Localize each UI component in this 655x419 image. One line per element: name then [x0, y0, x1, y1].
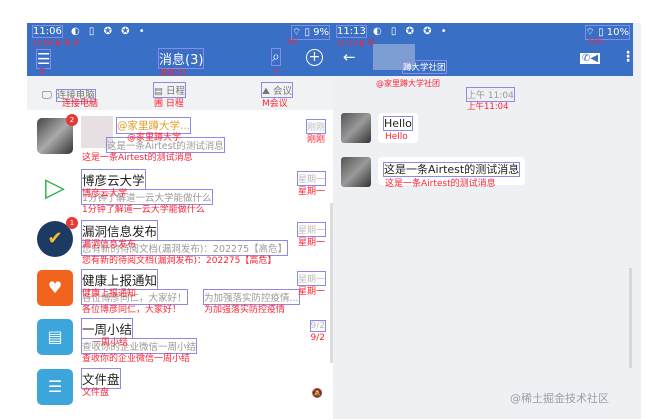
- annotation: 查收你的企业微信一周小结: [82, 354, 191, 364]
- back-arrow-icon[interactable]: ←: [343, 48, 356, 66]
- shortcut-schedule[interactable]: ▤ 日程: [152, 82, 187, 98]
- clipboard-icon: ▤: [37, 319, 73, 355]
- annotation: a: [274, 67, 279, 75]
- mute-icon: 🔕: [311, 389, 323, 399]
- add-icon[interactable]: +: [306, 49, 323, 66]
- status-icons: ◐ ▯ ✪ ✪ •: [373, 26, 450, 37]
- annotation: 11:13 ◐ 目: [337, 39, 375, 47]
- battery-level: 9%: [313, 27, 329, 38]
- annotation: 各位博彦同仁，大家好！: [82, 305, 182, 315]
- annotation: 星期一: [297, 287, 325, 297]
- annotation: 刚刚: [306, 135, 325, 145]
- battery-level: 10%: [606, 27, 629, 38]
- annotation: 这是一条Airtest的测试消息: [82, 153, 193, 163]
- database-icon: ☰: [37, 369, 73, 405]
- shortcut-meeting[interactable]: ⛰ 会议: [260, 82, 294, 98]
- unread-badge: 1: [66, 217, 78, 229]
- annotation: 博彦云大学: [82, 189, 128, 199]
- annotation: ☰: [39, 67, 46, 75]
- annotation: 9%: [287, 38, 299, 46]
- video-edit-icon: ▷: [45, 173, 65, 203]
- conversation-item[interactable]: ☰ 文件盘 文件盘 🔕: [27, 368, 335, 419]
- chat-screen: 11:13 ◐ ▯ ✪ ✪ • 11:13 ◐ 目 ⌔ ▯ 10% 10% ← …: [333, 23, 641, 419]
- annotation: 上午11:04: [467, 102, 509, 112]
- status-time: 11:13: [336, 25, 367, 38]
- annotation: 11:06 ◐ 目 ⚙: [33, 39, 80, 47]
- conversation-item[interactable]: ▤ 一周小结 查收你的企业微信一周小结 一周小结 查收你的企业微信一周小结 9/…: [27, 318, 335, 369]
- annotation: 圃 日程: [154, 99, 184, 109]
- message-list-screen: 11:06 ◐ ▯ ✪ ✪ • 11:06 ◐ 目 ⚙ ⌔ ▯ 9% 9% ☰ …: [27, 23, 335, 419]
- annotation: Hello: [385, 132, 408, 142]
- app-header: 11:06 ◐ ▯ ✪ ✪ • 11:06 ◐ 目 ⚙ ⌔ ▯ 9% 9% ☰ …: [27, 23, 335, 77]
- annotation: @家里蹲大学社团: [376, 79, 440, 88]
- message-text: 这是一条Airtest的测试消息: [382, 162, 521, 177]
- chat-header: 11:13 ◐ ▯ ✪ ✪ • 11:13 ◐ 目 ⌔ ▯ 10% 10% ← …: [333, 23, 635, 76]
- video-call-icon[interactable]: ✆◀: [580, 53, 601, 64]
- scrollbar[interactable]: [629, 268, 632, 368]
- annotation: @家里蹲大学: [127, 133, 182, 143]
- shortcut-bar: 🖵 连接电脑 连接电脑 ▤ 日程 圃 日程 ⛰ 会议 M会议: [27, 76, 335, 110]
- status-time: 11:06: [32, 25, 63, 38]
- annotation: M会议: [262, 99, 288, 109]
- annotation: 文件盘: [82, 388, 110, 398]
- conversation-item[interactable]: ✔ 1 漏洞信息发布 您有新的待阅文档(漏洞发布)：202275【高危】 漏洞信…: [27, 217, 335, 271]
- status-icons: ◐ ▯ ✪ ✪ •: [71, 26, 148, 37]
- annotation: 漏洞信息发布: [82, 240, 137, 250]
- annotation: 1分钟了解道一云大学能做什么: [82, 205, 205, 215]
- annotation: 健康上报通知: [82, 289, 137, 299]
- conversation-item[interactable]: ♥ 健康上报通知 各位博彦同仁，大家好！ 为加强落实防控疫情... 健康上报通知…: [27, 269, 335, 320]
- annotation: 10%: [588, 38, 604, 46]
- menu-icon[interactable]: ☰: [35, 49, 52, 69]
- search-icon[interactable]: ⌕: [271, 48, 281, 66]
- more-icon[interactable]: ⋮: [621, 49, 635, 65]
- watermark: @稀土掘金技术社区: [510, 392, 609, 405]
- annotation: 这是一条Airtest的测试消息: [385, 179, 496, 189]
- annotation: 一周小结: [92, 338, 129, 348]
- annotation: 9/2: [310, 333, 325, 343]
- conversation-item[interactable]: ▷ 博彦云大学 1分钟了解道一云大学能做什么 博彦云大学 1分钟了解道一云大学能…: [27, 169, 335, 220]
- conversation-item[interactable]: 2 @家里蹲大学... 这是一条Airtest的测试消息 @家里蹲大学 这是一条…: [27, 114, 335, 168]
- heart-icon: ♥: [37, 270, 73, 306]
- message-text: Hello: [383, 116, 413, 131]
- annotation: 星期一: [297, 238, 325, 248]
- monitor-icon: 🖵: [42, 90, 52, 101]
- page-title: 消息(3): [157, 48, 205, 69]
- annotation: 您有新的待阅文档(漏洞发布)：202275【高危】: [82, 256, 277, 266]
- annotation: 为加强落实防控疫情: [204, 305, 286, 315]
- sender-avatar: [341, 113, 371, 143]
- annotation: 星期一: [297, 187, 325, 197]
- item-time: 9/2: [309, 320, 327, 332]
- chat-title: 蹲大学社团: [402, 60, 447, 74]
- sender-avatar: [341, 157, 371, 187]
- unread-badge: 2: [66, 114, 78, 126]
- annotation: 连接电脑: [62, 99, 99, 109]
